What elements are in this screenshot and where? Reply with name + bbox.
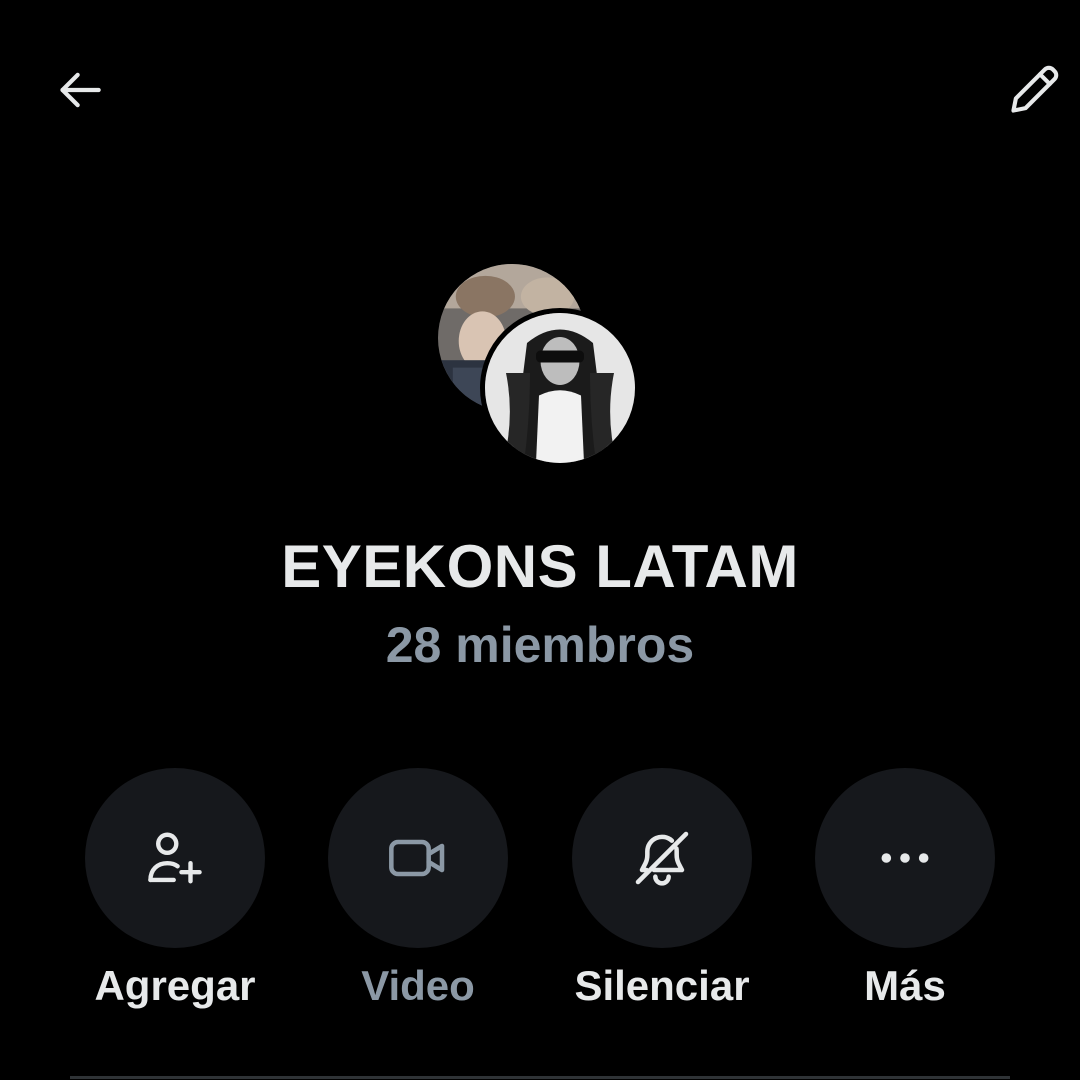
video-camera-icon [389,839,445,877]
add-member-button[interactable]: Agregar [85,768,265,1010]
arrow-left-icon [60,72,101,108]
bell-off-icon [635,831,689,886]
group-avatar [438,264,648,474]
pencil-icon [1011,65,1059,113]
mute-label: Silenciar [574,962,750,1009]
divider [70,1076,1010,1079]
mute-circle[interactable] [572,768,752,948]
member-photo-2 [480,308,640,468]
mute-button[interactable]: Silenciar [572,768,752,1010]
back-button[interactable] [44,54,116,126]
add-member-circle[interactable] [85,768,265,948]
video-label: Video [361,962,475,1009]
video-circle[interactable] [328,768,508,948]
more-circle[interactable] [815,768,995,948]
add-member-label: Agregar [94,962,256,1009]
more-label: Más [864,962,946,1009]
edit-button[interactable] [998,54,1070,126]
more-button[interactable]: Más [815,768,995,1010]
more-dots-icon [881,853,929,863]
video-button[interactable]: Video [328,768,508,1010]
add-user-icon [148,832,202,884]
member-count[interactable]: 28 miembros [0,616,1080,674]
group-name: EYEKONS LATAM [281,533,799,600]
